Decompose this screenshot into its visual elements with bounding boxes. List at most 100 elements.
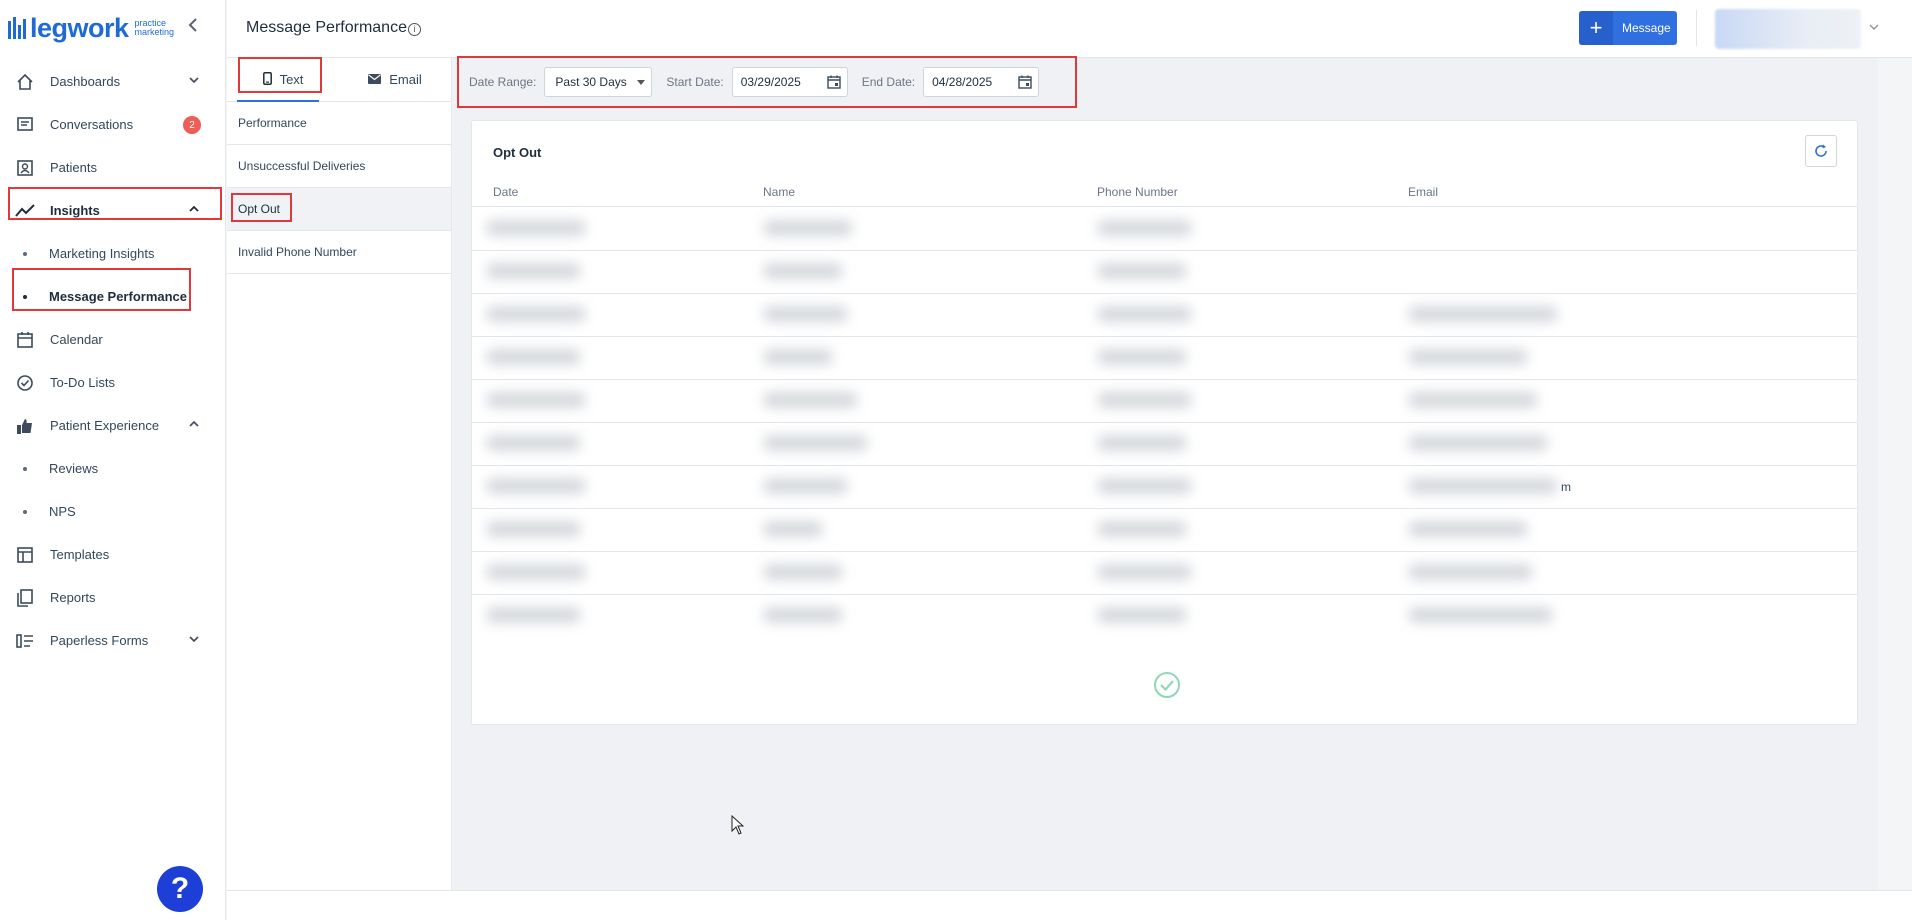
sidebar-item-label: To-Do Lists	[50, 375, 116, 390]
bullet-icon	[23, 251, 27, 256]
forms-icon	[15, 631, 35, 651]
date-range-value: Past 30 Days	[555, 75, 627, 89]
sidebar-item-insights[interactable]: Insights	[0, 189, 226, 232]
subnav-performance[interactable]: Performance	[227, 102, 451, 145]
start-date-label: Start Date:	[666, 75, 724, 89]
sidebar-item-label: Insights	[50, 203, 100, 218]
sidebar-item-label: Paperless Forms	[50, 633, 149, 648]
check-circle-icon	[1154, 672, 1180, 698]
sidebar-item-conversations[interactable]: Conversations 2	[0, 103, 226, 146]
sidebar-item-label: Calendar	[50, 332, 103, 347]
sidebar-item-templates[interactable]: Templates	[0, 533, 226, 576]
page-title: Message Performance	[246, 19, 407, 36]
patients-icon	[15, 158, 35, 178]
tab-label: Email	[389, 72, 422, 87]
sidebar-item-label: Templates	[50, 547, 110, 562]
sidebar-item-label: Dashboards	[50, 74, 121, 89]
table-row[interactable]	[472, 294, 1857, 337]
refresh-button[interactable]	[1805, 135, 1837, 167]
tab-email[interactable]: Email	[339, 58, 451, 101]
sidebar-item-paperless-forms[interactable]: Paperless Forms	[0, 619, 226, 662]
end-date-label: End Date:	[861, 75, 916, 89]
sidebar-item-label: Patient Experience	[50, 418, 160, 433]
date-filters: Date Range: Past 30 Days Start Date: 03/…	[469, 66, 1040, 98]
templates-icon	[15, 545, 35, 565]
subnav-opt-out[interactable]: Opt Out	[227, 188, 451, 231]
chevron-up-icon	[189, 420, 199, 427]
table-row[interactable]	[472, 337, 1857, 380]
table-row[interactable]	[472, 380, 1857, 423]
end-date-input[interactable]: 04/28/2025	[923, 67, 1040, 97]
start-date-value: 03/29/2025	[740, 75, 801, 89]
sidebar-item-label: Patients	[50, 160, 97, 175]
report-subnav: Text Email Performance Unsuccessful Deli…	[227, 58, 452, 890]
subnav-invalid-phone-number[interactable]: Invalid Phone Number	[227, 231, 451, 274]
table-row[interactable]	[472, 423, 1857, 466]
table-row[interactable]: m	[472, 466, 1857, 509]
sidebar-item-dashboards[interactable]: Dashboards	[0, 60, 226, 103]
chevron-down-icon	[189, 77, 199, 84]
new-message-button[interactable]: + Message	[1579, 11, 1677, 45]
legwork-logo[interactable]: legwork practice marketing	[8, 12, 174, 44]
sidebar-item-reports[interactable]: Reports	[0, 576, 226, 619]
sidebar-item-label: Message Performance	[49, 289, 188, 304]
refresh-icon	[1815, 144, 1827, 157]
start-date-input[interactable]: 03/29/2025	[731, 67, 848, 97]
bullet-icon	[23, 466, 27, 471]
column-header-date: Date	[493, 185, 519, 199]
top-header: Message Performance i + Message	[227, 0, 1912, 58]
table-row[interactable]	[472, 208, 1857, 251]
sidebar-item-calendar[interactable]: Calendar	[0, 318, 226, 361]
calendar-icon	[15, 330, 35, 350]
sidebar-item-label: Marketing Insights	[49, 246, 155, 261]
table-row[interactable]	[472, 509, 1857, 552]
logo-word: legwork	[30, 12, 129, 43]
thumbs-up-icon	[15, 416, 35, 436]
opt-out-card: Opt Out Date Name Phone Number Email m	[471, 120, 1858, 725]
bullet-icon	[23, 509, 27, 514]
mouse-cursor-icon	[731, 815, 745, 835]
sidebar-item-label: Reviews	[49, 461, 99, 476]
sidebar-item-reviews[interactable]: Reviews	[0, 447, 226, 490]
sidebar-item-patients[interactable]: Patients	[0, 146, 226, 189]
bullet-icon	[23, 294, 27, 299]
reports-icon	[15, 588, 35, 608]
sidebar-item-nps[interactable]: NPS	[0, 490, 226, 533]
sidebar-item-message-performance[interactable]: Message Performance	[0, 275, 226, 318]
check-circle-icon	[15, 373, 35, 393]
main-content: Date Range: Past 30 Days Start Date: 03/…	[453, 56, 1878, 890]
calendar-icon[interactable]	[1018, 75, 1032, 89]
card-title: Opt Out	[493, 145, 542, 160]
plus-icon: +	[1579, 11, 1613, 45]
date-range-label: Date Range:	[469, 75, 537, 89]
help-button[interactable]: ?	[157, 866, 203, 912]
sidebar-item-marketing-insights[interactable]: Marketing Insights	[0, 232, 226, 275]
unread-badge: 2	[183, 116, 201, 134]
chevron-down-icon[interactable]	[1868, 21, 1880, 33]
sidebar-item-todo-lists[interactable]: To-Do Lists	[0, 361, 226, 404]
account-menu[interactable]	[1715, 9, 1861, 49]
date-range-select[interactable]: Past 30 Days	[544, 67, 653, 97]
sidebar-item-label: NPS	[49, 504, 76, 519]
sidebar-item-label: Conversations	[50, 117, 134, 132]
tab-text[interactable]: Text	[227, 58, 339, 101]
home-icon	[15, 72, 35, 92]
subnav-unsuccessful-deliveries[interactable]: Unsuccessful Deliveries	[227, 145, 451, 188]
column-header-phone: Phone Number	[1097, 185, 1178, 199]
phone-icon	[262, 71, 272, 88]
trend-line-icon	[15, 201, 35, 221]
sidebar-nav: Dashboards Conversations 2 Patients Insi…	[0, 60, 226, 662]
footer-bar	[227, 890, 1912, 920]
calendar-icon[interactable]	[827, 75, 841, 89]
sidebar: legwork practice marketing Dashboards Con…	[0, 0, 226, 920]
sidebar-item-patient-experience[interactable]: Patient Experience	[0, 404, 226, 447]
column-header-email: Email	[1408, 185, 1439, 199]
collapse-sidebar-icon[interactable]	[188, 16, 198, 37]
info-icon[interactable]: i	[408, 23, 421, 36]
table-row[interactable]	[472, 251, 1857, 294]
chevron-down-icon	[189, 636, 199, 643]
column-header-name: Name	[763, 185, 796, 199]
table-row[interactable]	[472, 552, 1857, 595]
email-cell-fragment: m	[1561, 480, 1571, 494]
table-row[interactable]	[472, 595, 1857, 638]
